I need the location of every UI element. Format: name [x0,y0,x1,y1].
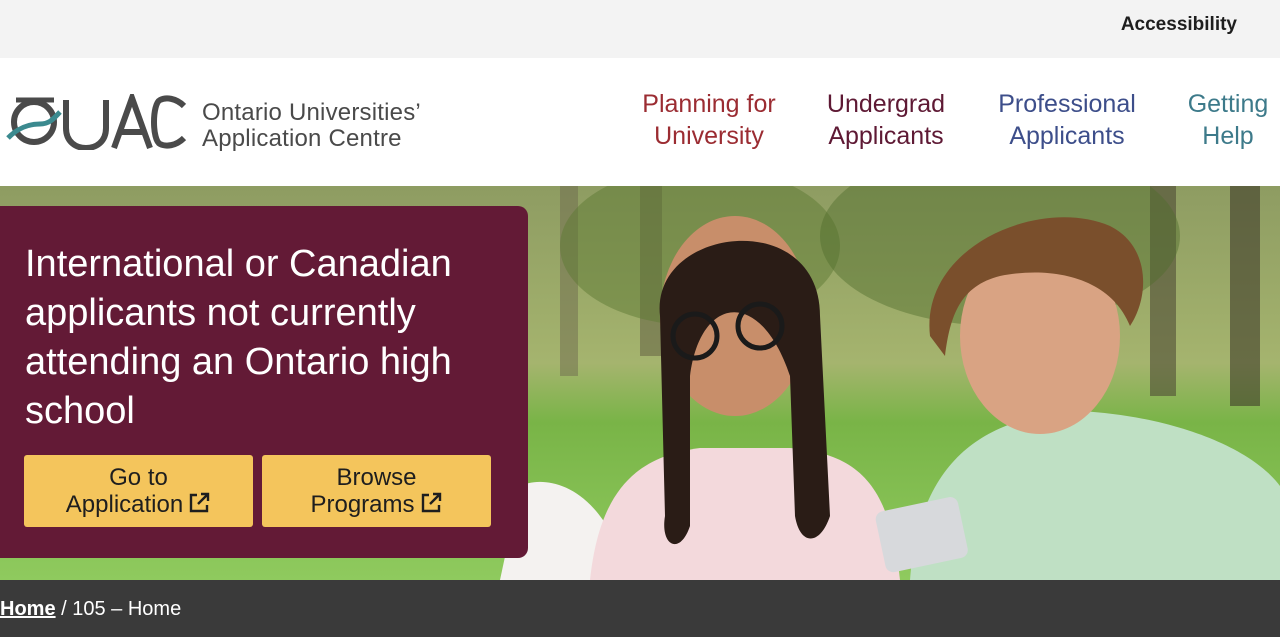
utility-bar: Accessibility [0,0,1280,58]
site-header: Ontario Universities’ Application Centre… [0,58,1280,186]
brand-name-line2: Application Centre [202,125,402,152]
external-link-icon [421,492,441,513]
cta-browse-line2: Programs [310,491,415,518]
cta-app-line2-wrap: Application [24,491,253,518]
brand-name-line1: Ontario Universities’ [202,99,421,126]
breadcrumb-trail: Home / 105 – Home [0,598,181,621]
nav-undergrad-line1: Undergrad [826,90,946,118]
nav-planning-for-university[interactable]: Planning for University [628,88,790,152]
brand-name: Ontario Universities’ Application Centre [202,100,421,152]
hero-heading: International or Canadian applicants not… [25,243,452,432]
nav-help-line1: Getting [1187,90,1269,118]
breadcrumb-current: 105 – Home [72,598,182,620]
hero-panel: International or Canadian applicants not… [0,206,528,558]
nav-planning-line2: University [654,122,764,150]
external-link-icon [190,492,210,513]
cta-app-line2: Application [65,491,184,518]
cta-app-line1: Go to [109,464,168,491]
cta-browse-line1: Browse [336,464,417,491]
nav-professional-line2: Applicants [1009,122,1125,150]
nav-getting-help[interactable]: Getting Help [1176,88,1280,152]
breadcrumb: Home / 105 – Home [0,580,1280,637]
nav-planning-line1: Planning for [642,90,776,118]
nav-undergrad-line2: Applicants [828,122,944,150]
accessibility-link[interactable]: Accessibility [1121,14,1237,36]
nav-professional-applicants[interactable]: Professional Applicants [984,88,1150,152]
nav-undergrad-applicants[interactable]: Undergrad Applicants [816,88,956,152]
ouac-logo-mark-icon [6,94,187,150]
breadcrumb-separator: / [55,598,73,620]
cta-browse-line2-wrap: Programs [262,491,491,518]
nav-professional-line1: Professional [998,90,1136,118]
ouac-logo[interactable]: Ontario Universities’ Application Centre [6,94,466,152]
breadcrumb-home-link[interactable]: Home [0,598,56,620]
nav-help-line2: Help [1202,122,1254,150]
go-to-application-button[interactable]: Go to Application [24,455,253,527]
browse-programs-button[interactable]: Browse Programs [262,455,491,527]
hero-banner: International or Canadian applicants not… [0,186,1280,580]
